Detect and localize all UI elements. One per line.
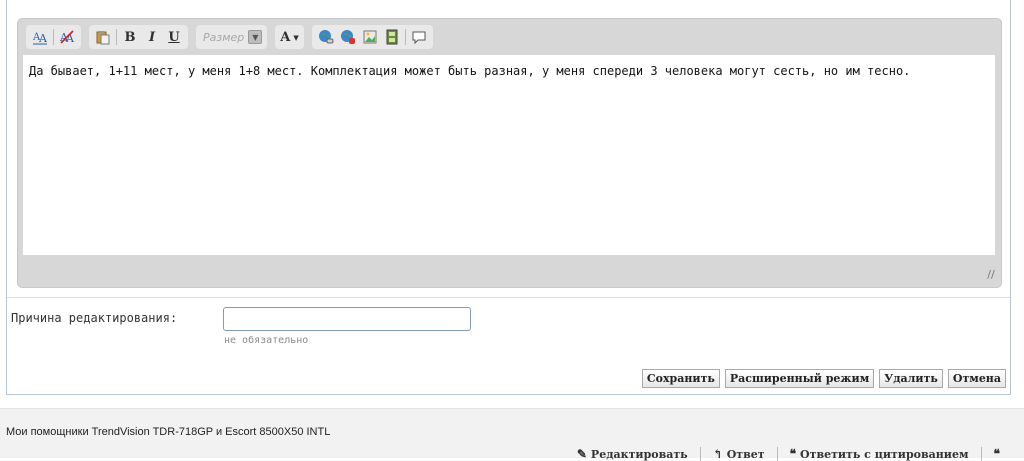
italic-icon[interactable]: I (143, 27, 161, 47)
font-format-icon[interactable]: AA (31, 27, 49, 47)
toolbar-group-text: B I U (89, 25, 188, 49)
edit-post-label: Редактировать (590, 447, 688, 461)
advanced-mode-button[interactable]: Расширенный режим (724, 369, 875, 388)
quote-icon: ❝ (993, 447, 1000, 461)
reply-with-quote-label: Ответить с цитированием (800, 447, 969, 461)
remove-link-icon[interactable] (339, 27, 357, 47)
multi-quote-link[interactable]: ❝ (994, 447, 1004, 461)
resize-grip-icon[interactable]: // (985, 269, 997, 281)
delete-button[interactable]: Удалить (879, 369, 943, 388)
toolbar-group-color: A ▼ (275, 25, 304, 49)
post-signature: Мои помощники TrendVision TDR-718GP и Es… (6, 426, 331, 438)
insert-image-icon[interactable] (361, 27, 379, 47)
edit-reason-hint: не обязательно (224, 335, 309, 346)
remove-format-icon[interactable]: AA (58, 27, 76, 47)
message-editor[interactable]: Да бывает, 1+11 мест, у меня 1+8 мест. К… (23, 55, 995, 255)
toolbar-separator (116, 29, 117, 45)
edit-button-row: Сохранить Расширенный режим Удалить Отме… (637, 369, 1006, 388)
toolbar-separator (53, 29, 54, 45)
post-actions: ✎ Редактировать ↰ Ответ ❝ Ответить с цит… (577, 447, 1024, 461)
divider (7, 297, 1010, 298)
size-dropdown-label: Размер (203, 30, 245, 44)
svg-text:A: A (38, 32, 48, 45)
insert-link-icon[interactable] (317, 27, 335, 47)
quote-icon: ❝ (789, 447, 797, 461)
reply-arrow-icon: ↰ (712, 447, 723, 461)
action-separator (776, 447, 778, 461)
edit-reason-label: Причина редактирования: (11, 311, 178, 325)
cancel-button[interactable]: Отмена (947, 369, 1006, 388)
toolbar-group-format: AA AA (26, 25, 81, 49)
action-separator (699, 447, 701, 461)
paste-icon[interactable] (94, 27, 112, 47)
toolbar-group-size: Размер ▼ (196, 25, 268, 49)
chevron-down-icon: ▼ (293, 32, 299, 42)
quick-edit-panel: AA AA B I U Размер ▼ A ▼ Да бывает, 1+11… (6, 0, 1011, 395)
edit-reason-input[interactable] (223, 307, 471, 331)
action-separator (980, 447, 982, 461)
toolbar-separator (404, 29, 406, 45)
edit-post-link[interactable]: ✎ Редактировать (577, 447, 688, 461)
bold-icon[interactable]: B (121, 27, 139, 47)
pencil-icon: ✎ (576, 447, 587, 461)
reply-label: Ответ (726, 447, 765, 461)
chevron-down-icon: ▼ (248, 30, 263, 44)
text-color-icon[interactable]: A ▼ (280, 27, 298, 47)
text-color-label: A (280, 29, 291, 45)
insert-media-icon[interactable] (383, 27, 401, 47)
editor-toolbar: AA AA B I U Размер ▼ A ▼ (18, 19, 1001, 55)
quote-bubble-icon[interactable] (410, 27, 428, 47)
reply-with-quote-link[interactable]: ❝ Ответить с цитированием (790, 447, 969, 461)
save-button[interactable]: Сохранить (641, 369, 720, 388)
editor-frame: AA AA B I U Размер ▼ A ▼ Да бывает, 1+11… (17, 18, 1002, 288)
toolbar-group-insert (311, 25, 433, 49)
message-text: Да бывает, 1+11 мест, у меня 1+8 мест. К… (29, 64, 911, 78)
reply-link[interactable]: ↰ Ответ (713, 447, 765, 461)
post-footer: Мои помощники TrendVision TDR-718GP и Es… (0, 408, 1024, 461)
size-dropdown[interactable]: Размер ▼ (199, 27, 264, 47)
underline-icon[interactable]: U (165, 27, 183, 47)
